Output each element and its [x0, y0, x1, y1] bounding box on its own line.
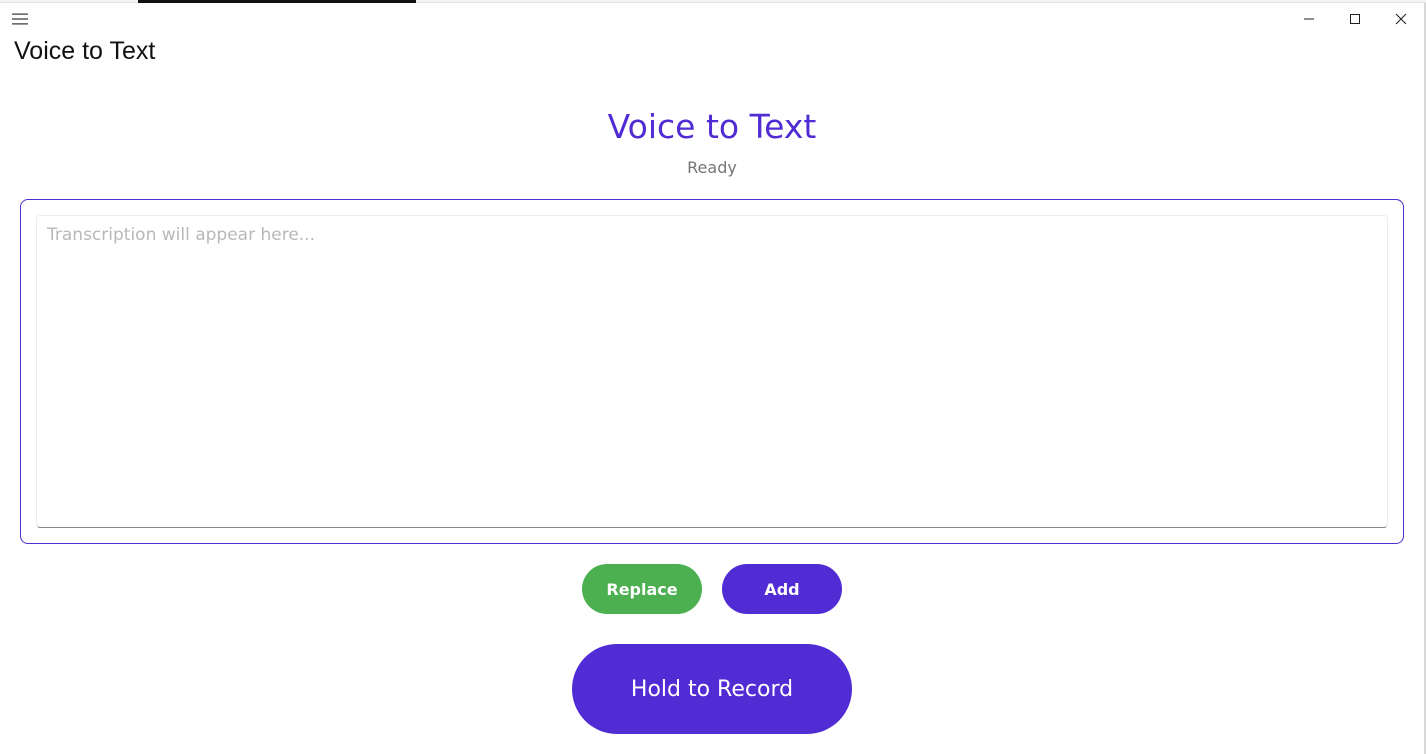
maximize-icon — [1350, 14, 1360, 24]
close-button[interactable] — [1378, 4, 1424, 34]
hold-to-record-button[interactable]: Hold to Record — [572, 644, 852, 734]
transcript-input[interactable] — [36, 215, 1388, 528]
replace-button[interactable]: Replace — [582, 564, 702, 614]
app-window: Voice to Text Voice to Text Ready Replac… — [0, 0, 1426, 754]
hamburger-menu-icon[interactable] — [6, 8, 34, 30]
maximize-button[interactable] — [1332, 4, 1378, 34]
minimize-button[interactable] — [1286, 4, 1332, 34]
app-heading: Voice to Text — [607, 107, 817, 146]
status-text: Ready — [687, 158, 737, 177]
window-title: Voice to Text — [14, 37, 156, 65]
background-window-strip — [0, 0, 1426, 3]
transcript-frame — [20, 199, 1404, 544]
background-window-bar — [138, 0, 416, 3]
add-button[interactable]: Add — [722, 564, 842, 614]
close-icon — [1395, 13, 1407, 25]
minimize-icon — [1304, 18, 1314, 20]
